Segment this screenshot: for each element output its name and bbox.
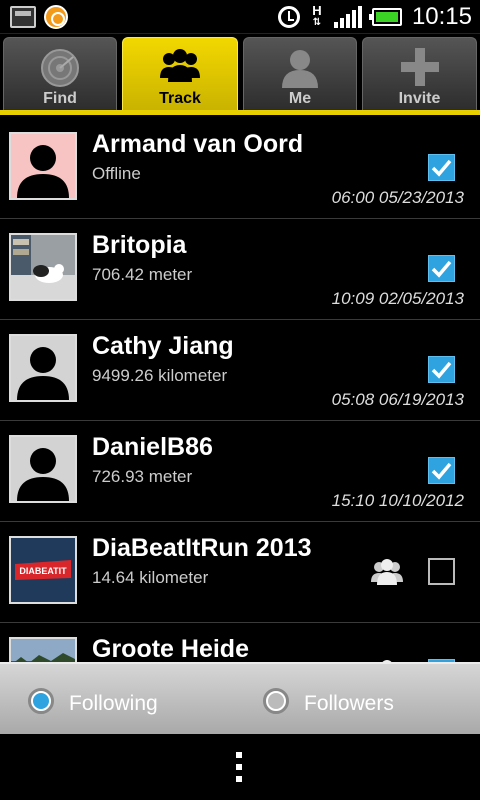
contact-distance: 9499.26 kilometer [92, 366, 228, 385]
contact-timestamp: 06:00 05/23/2013 [331, 188, 464, 207]
track-checkbox[interactable] [428, 154, 455, 181]
signal-icon [333, 6, 362, 28]
list-item[interactable]: Cathy Jiang 9499.26 kilometer 05:08 06/1… [0, 320, 480, 421]
contact-name: Groote Heide [92, 635, 249, 662]
track-checkbox[interactable] [428, 255, 455, 282]
status-bar: H ⇅ 10:15 [0, 0, 480, 34]
filter-bar: Following Followers [0, 662, 480, 734]
tab-track[interactable]: Track [122, 37, 238, 112]
data-arrows-icon: H ⇅ [312, 3, 322, 28]
contact-distance: Offline [92, 164, 141, 183]
tab-underline [0, 110, 480, 115]
track-checkbox[interactable] [428, 356, 455, 383]
plus-icon [400, 48, 439, 91]
overflow-menu-icon[interactable] [234, 752, 244, 782]
battery-icon [368, 8, 402, 26]
avatar [9, 637, 77, 662]
nav-bar [0, 734, 480, 800]
tab-me[interactable]: Me [243, 37, 357, 112]
tab-find-label: Find [43, 90, 77, 107]
tab-invite-label: Invite [398, 90, 441, 107]
contact-name: DanielB86 [92, 433, 213, 461]
track-checkbox[interactable] [428, 558, 455, 585]
track-checkbox[interactable] [428, 457, 455, 484]
contact-distance: 14.64 kilometer [92, 568, 209, 587]
contact-distance: 706.42 meter [92, 265, 193, 284]
contact-list[interactable]: Armand van Oord Offline 06:00 05/23/2013… [0, 118, 480, 662]
notification-icon [10, 6, 36, 28]
avatar [9, 435, 77, 503]
tab-find[interactable]: Find [3, 37, 117, 112]
clock: 10:15 [411, 3, 472, 30]
tab-invite[interactable]: Invite [362, 37, 477, 112]
followers-label[interactable]: Followers [304, 692, 394, 716]
avatar [9, 334, 77, 402]
following-radio[interactable] [28, 688, 54, 714]
diabeatit-logo-text: DIABEATIT [19, 566, 67, 576]
avatar [9, 233, 77, 301]
followers-radio[interactable] [263, 688, 289, 714]
list-item[interactable]: Armand van Oord Offline 06:00 05/23/2013 [0, 118, 480, 219]
list-item[interactable]: DIABEATIT DiaBeatItRun 2013 14.64 kilome… [0, 522, 480, 623]
list-item[interactable]: DanielB86 726.93 meter 15:10 10/10/2012 [0, 421, 480, 522]
list-item[interactable]: Britopia 706.42 meter 10:09 02/05/2013 [0, 219, 480, 320]
person-icon [281, 48, 319, 93]
tab-bar: Find Track Me Invite [0, 34, 480, 112]
alarm-icon [277, 6, 300, 28]
tab-me-label: Me [288, 90, 312, 107]
contact-name: Cathy Jiang [92, 332, 234, 360]
contact-timestamp: 10:09 02/05/2013 [331, 289, 464, 308]
contact-name: DiaBeatItRun 2013 [92, 534, 312, 562]
contact-name: Britopia [92, 231, 187, 259]
tab-track-label: Track [159, 90, 201, 107]
following-label[interactable]: Following [69, 692, 158, 716]
app-icon [44, 5, 68, 29]
contact-timestamp: 15:10 10/10/2012 [331, 491, 464, 510]
contact-name: Armand van Oord [92, 130, 304, 158]
contact-timestamp: 05:08 06/19/2013 [331, 390, 464, 409]
avatar: DIABEATIT [9, 536, 77, 604]
group-icon [158, 48, 202, 89]
avatar [9, 132, 77, 200]
radar-icon [40, 48, 80, 93]
group-icon [370, 558, 404, 591]
contact-distance: 726.93 meter [92, 467, 193, 486]
list-item[interactable]: Groote Heide [0, 623, 480, 662]
